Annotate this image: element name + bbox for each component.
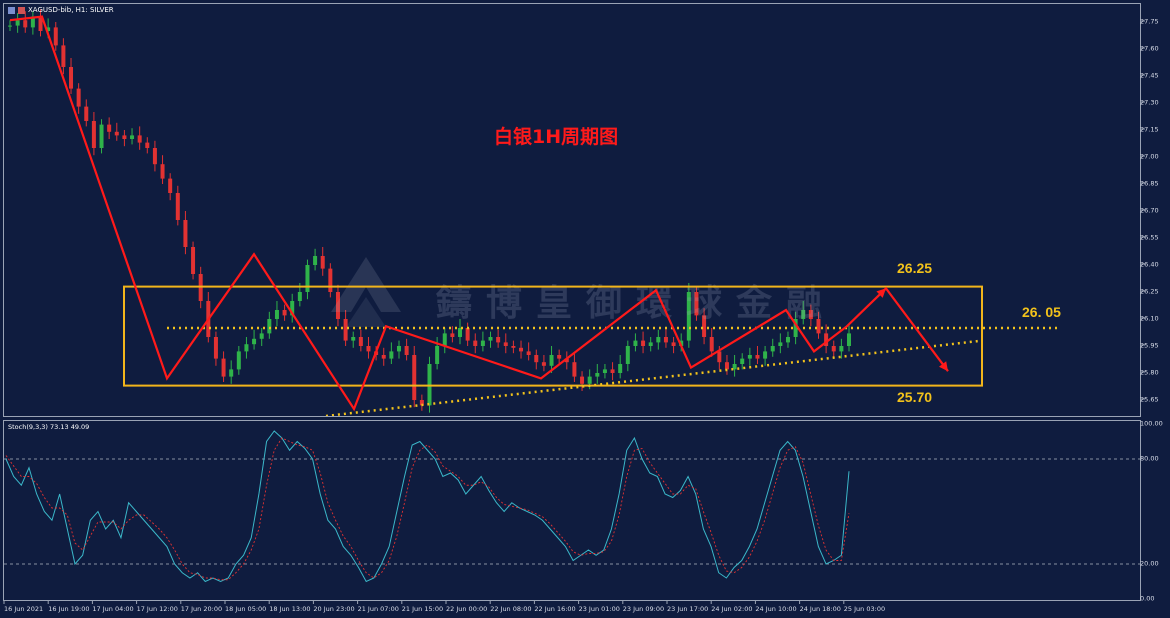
price-tick-label: 26.25 xyxy=(1140,288,1159,296)
time-tick-label: 21 Jun 07:00 xyxy=(358,605,399,613)
price-tick-label: 26.55 xyxy=(1140,234,1159,242)
time-tick-label: 25 Jun 03:00 xyxy=(844,605,885,613)
time-tick-label: 24 Jun 10:00 xyxy=(755,605,796,613)
price-tick-label: 27.15 xyxy=(1140,126,1159,134)
price-tick-label: 27.60 xyxy=(1140,45,1159,53)
stoch-tick-label: 80.00 xyxy=(1140,455,1159,463)
price-tick-label: 26.70 xyxy=(1140,207,1159,215)
price-tick-label: 27.00 xyxy=(1140,153,1159,161)
time-tick-label: 18 Jun 05:00 xyxy=(225,605,266,613)
chart-window: 鑄博皇御環球金融 XAGUSD-bib, H1: SILVER 白银1H周期图 … xyxy=(0,0,1170,618)
price-tick-label: 26.85 xyxy=(1140,180,1159,188)
time-tick-label: 24 Jun 18:00 xyxy=(800,605,841,613)
chart-header: XAGUSD-bib, H1: SILVER xyxy=(8,6,114,14)
range-box[interactable] xyxy=(123,285,983,387)
time-tick-label: 23 Jun 17:00 xyxy=(667,605,708,613)
time-tick-label: 22 Jun 00:00 xyxy=(446,605,487,613)
time-tick-label: 23 Jun 09:00 xyxy=(623,605,664,613)
price-tick-label: 27.45 xyxy=(1140,72,1159,80)
price-chart-panel[interactable]: 鑄博皇御環球金融 XAGUSD-bib, H1: SILVER 白银1H周期图 … xyxy=(3,3,1141,417)
stochastic-label: Stoch(9,3,3) 73.13 49.09 xyxy=(8,423,90,431)
stoch-tick-label: 100.00 xyxy=(1140,420,1163,428)
time-tick-label: 22 Jun 08:00 xyxy=(490,605,531,613)
stoch-tick-label: 20.00 xyxy=(1140,560,1159,568)
time-tick-label: 17 Jun 20:00 xyxy=(181,605,222,613)
price-tick-label: 26.40 xyxy=(1140,261,1159,269)
time-tick-label: 24 Jun 02:00 xyxy=(711,605,752,613)
stochastic-panel[interactable]: Stoch(9,3,3) 73.13 49.09 xyxy=(3,420,1141,601)
time-tick-label: 21 Jun 15:00 xyxy=(402,605,443,613)
time-tick-label: 17 Jun 12:00 xyxy=(137,605,178,613)
time-tick-label: 23 Jun 01:00 xyxy=(579,605,620,613)
price-tick-label: 26.10 xyxy=(1140,315,1159,323)
trend-dotted-line[interactable] xyxy=(325,339,983,416)
stochastic-svg xyxy=(4,430,1140,583)
price-tick-label: 27.30 xyxy=(1140,99,1159,107)
level-label-mid: 26. 05 xyxy=(1022,304,1061,320)
level-label-high: 26.25 xyxy=(897,260,933,276)
zigzag-wave-line[interactable] xyxy=(9,15,949,412)
price-tick-label: 25.95 xyxy=(1140,342,1159,350)
time-tick-label: 22 Jun 16:00 xyxy=(534,605,575,613)
chart-window-icon[interactable] xyxy=(8,6,15,14)
price-tick-label: 25.65 xyxy=(1140,396,1159,404)
time-tick-label: 17 Jun 04:00 xyxy=(92,605,133,613)
price-tick-label: 25.80 xyxy=(1140,369,1159,377)
time-tick-label: 16 Jun 2021 xyxy=(4,605,43,613)
drawing-layer[interactable] xyxy=(4,4,1141,417)
level-label-low: 25.70 xyxy=(897,389,933,405)
stoch-main-line xyxy=(5,430,850,583)
chart-annotation-title: 白银1H周期图 xyxy=(494,126,619,148)
price-tick-label: 27.75 xyxy=(1140,18,1159,26)
symbol-label: XAGUSD-bib, H1: SILVER xyxy=(28,6,114,14)
stoch-tick-label: 0.00 xyxy=(1140,595,1154,603)
time-tick-label: 20 Jun 23:00 xyxy=(313,605,354,613)
time-tick-label: 18 Jun 13:00 xyxy=(269,605,310,613)
time-tick-label: 16 Jun 19:00 xyxy=(48,605,89,613)
flag-icon[interactable] xyxy=(18,6,25,14)
